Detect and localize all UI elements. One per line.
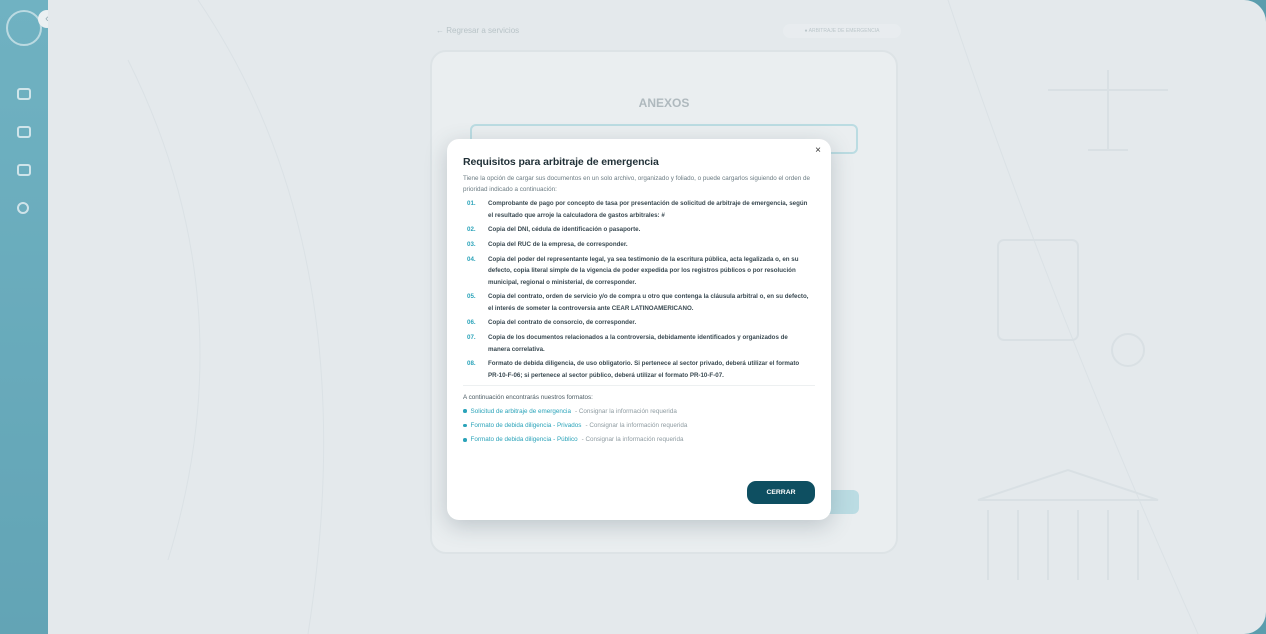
list-item: 06. Copia del contrato de consorcio, de c… (463, 317, 815, 329)
modal-intro: Tiene la opción de cargar sus documentos… (463, 175, 811, 193)
format-row: Formato de debida diligencia - Público -… (463, 436, 815, 443)
item-number: 06. (467, 319, 476, 327)
format-link-solicitud[interactable]: Solicitud de arbitraje de emergencia (471, 408, 571, 415)
modal-title: Requisitos para arbitraje de emergencia (463, 156, 659, 168)
formats-label: A continuación encontrarás nuestros form… (463, 393, 593, 401)
list-item: 04. Copia del poder del representante leg… (463, 254, 815, 289)
item-text: Copia del contrato de consorcio, de corr… (488, 319, 637, 327)
item-text: Copia del DNI, cédula de identificación … (488, 226, 641, 234)
bullet-icon (463, 438, 467, 442)
bullet-icon (463, 423, 467, 428)
item-number: 07. (467, 334, 476, 342)
bullet-icon (463, 409, 467, 413)
format-row: Solicitud de arbitraje de emergencia - C… (463, 408, 815, 415)
item-text: Copia del contrato, orden de servicio y/… (488, 293, 809, 312)
item-text: Formato de debida diligencia, de uso obl… (488, 360, 800, 379)
format-link-publico[interactable]: Formato de debida diligencia - Público (471, 436, 578, 443)
list-item: 01. Comprobante de pago por concepto de t… (463, 198, 815, 221)
item-text: Comprobante de pago por concepto de tasa… (488, 200, 808, 219)
format-note: - Consignar la información requerida (585, 421, 688, 429)
item-text: Copia del RUC de la empresa, de correspo… (488, 240, 628, 248)
list-item: 05. Copia del contrato, orden de servicio… (463, 291, 815, 314)
format-note: - Consignar la información requerida (581, 436, 684, 444)
format-link-privados[interactable]: Formato de debida diligencia - Privados (471, 422, 582, 429)
item-text: Copia de los documentos relacionados a l… (488, 334, 788, 353)
format-note: - Consignar la información requerida (574, 407, 677, 415)
close-button[interactable]: CERRAR (747, 481, 815, 504)
list-item: 07. Copia de los documentos relacionados … (463, 332, 815, 355)
item-number: 03. (467, 240, 476, 248)
divider (463, 384, 815, 386)
item-text: Copia del poder del representante legal,… (488, 255, 799, 286)
item-number: 04. (467, 255, 476, 263)
close-icon[interactable]: × (812, 145, 824, 157)
item-number: 08. (467, 360, 476, 368)
list-item: 02. Copia del DNI, cédula de identificaci… (463, 224, 815, 236)
item-number: 02. (467, 226, 476, 234)
item-number: 05. (467, 293, 476, 301)
list-item: 03. Copia del RUC de la empresa, de corre… (463, 239, 815, 251)
item-number: 01. (467, 200, 476, 207)
requirements-modal: × Requisitos para arbitraje de emergenci… (447, 139, 831, 520)
requirements-list: 01. Comprobante de pago por concepto de t… (463, 198, 815, 381)
list-item: 08. Formato de debida diligencia, de uso … (463, 358, 815, 381)
format-row: Formato de debida diligencia - Privados … (463, 422, 815, 429)
